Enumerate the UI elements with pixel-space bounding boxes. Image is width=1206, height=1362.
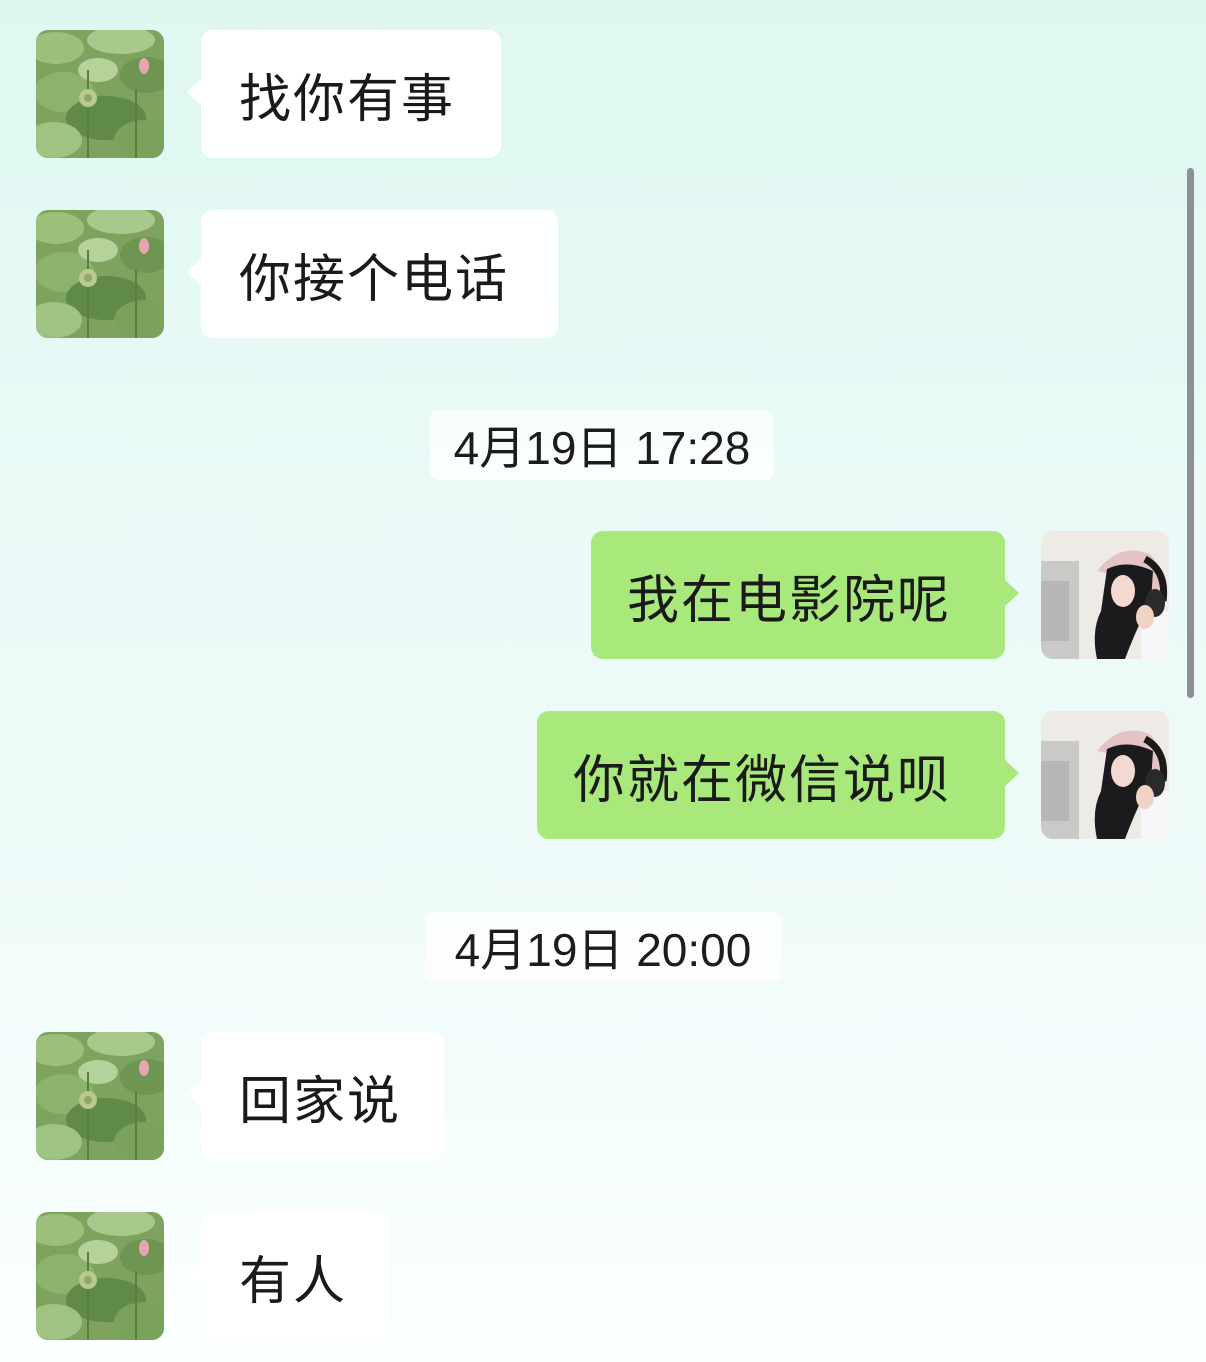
message-row: 你接个电话 [36, 210, 561, 338]
message-bubble[interactable]: 你接个电话 [187, 210, 558, 338]
message-text: 你接个电话 [239, 249, 510, 310]
message-row: 我在电影院呢 [590, 531, 1170, 659]
timestamp-text: 4月19日 20:00 [454, 924, 752, 976]
lotus-leaves-avatar-icon [36, 1212, 164, 1340]
bubble-tail [187, 78, 202, 106]
lotus-leaves-avatar-icon [36, 30, 164, 158]
message-bubble[interactable]: 我在电影院呢 [591, 531, 1019, 659]
lotus-leaves-avatar-icon [36, 210, 164, 338]
message-bubble[interactable]: 回家说 [187, 1032, 444, 1160]
lotus-leaves-avatar-icon [36, 1032, 164, 1160]
girl-with-headphones-avatar-icon [1041, 531, 1169, 659]
bubble-tail [187, 258, 202, 286]
message-row: 你就在微信说呗 [536, 711, 1170, 839]
bubble-tail [187, 1260, 202, 1288]
timestamp-text: 4月19日 17:28 [453, 422, 751, 474]
message-bubble[interactable]: 有人 [187, 1212, 387, 1340]
timestamp: 4月19日 20:00 [425, 912, 781, 982]
avatar[interactable] [1041, 531, 1169, 659]
bubble-tail [187, 1080, 202, 1108]
message-row: 回家说 [36, 1032, 448, 1160]
avatar[interactable] [36, 210, 164, 338]
bubble-tail [1004, 759, 1019, 787]
bubble-tail [1004, 579, 1019, 607]
message-text: 回家说 [239, 1071, 402, 1132]
timestamp: 4月19日 17:28 [430, 410, 774, 480]
message-bubble[interactable]: 你就在微信说呗 [537, 711, 1019, 839]
message-text: 我在电影院呢 [627, 570, 952, 631]
avatar[interactable] [36, 1212, 164, 1340]
avatar[interactable] [36, 1032, 164, 1160]
chat-area: 找你有事 你接个电话 4月19日 17:28 我在电影院呢 你就在微信说呗 4月… [0, 0, 1206, 1362]
scrollbar[interactable] [1187, 168, 1194, 698]
girl-with-headphones-avatar-icon [1041, 711, 1169, 839]
message-row: 找你有事 [36, 30, 506, 158]
avatar[interactable] [36, 30, 164, 158]
avatar[interactable] [1041, 711, 1169, 839]
message-text: 有人 [239, 1251, 348, 1312]
message-text: 找你有事 [239, 69, 456, 130]
message-text: 你就在微信说呗 [573, 750, 952, 811]
message-row: 有人 [36, 1212, 396, 1340]
message-bubble[interactable]: 找你有事 [187, 30, 501, 158]
